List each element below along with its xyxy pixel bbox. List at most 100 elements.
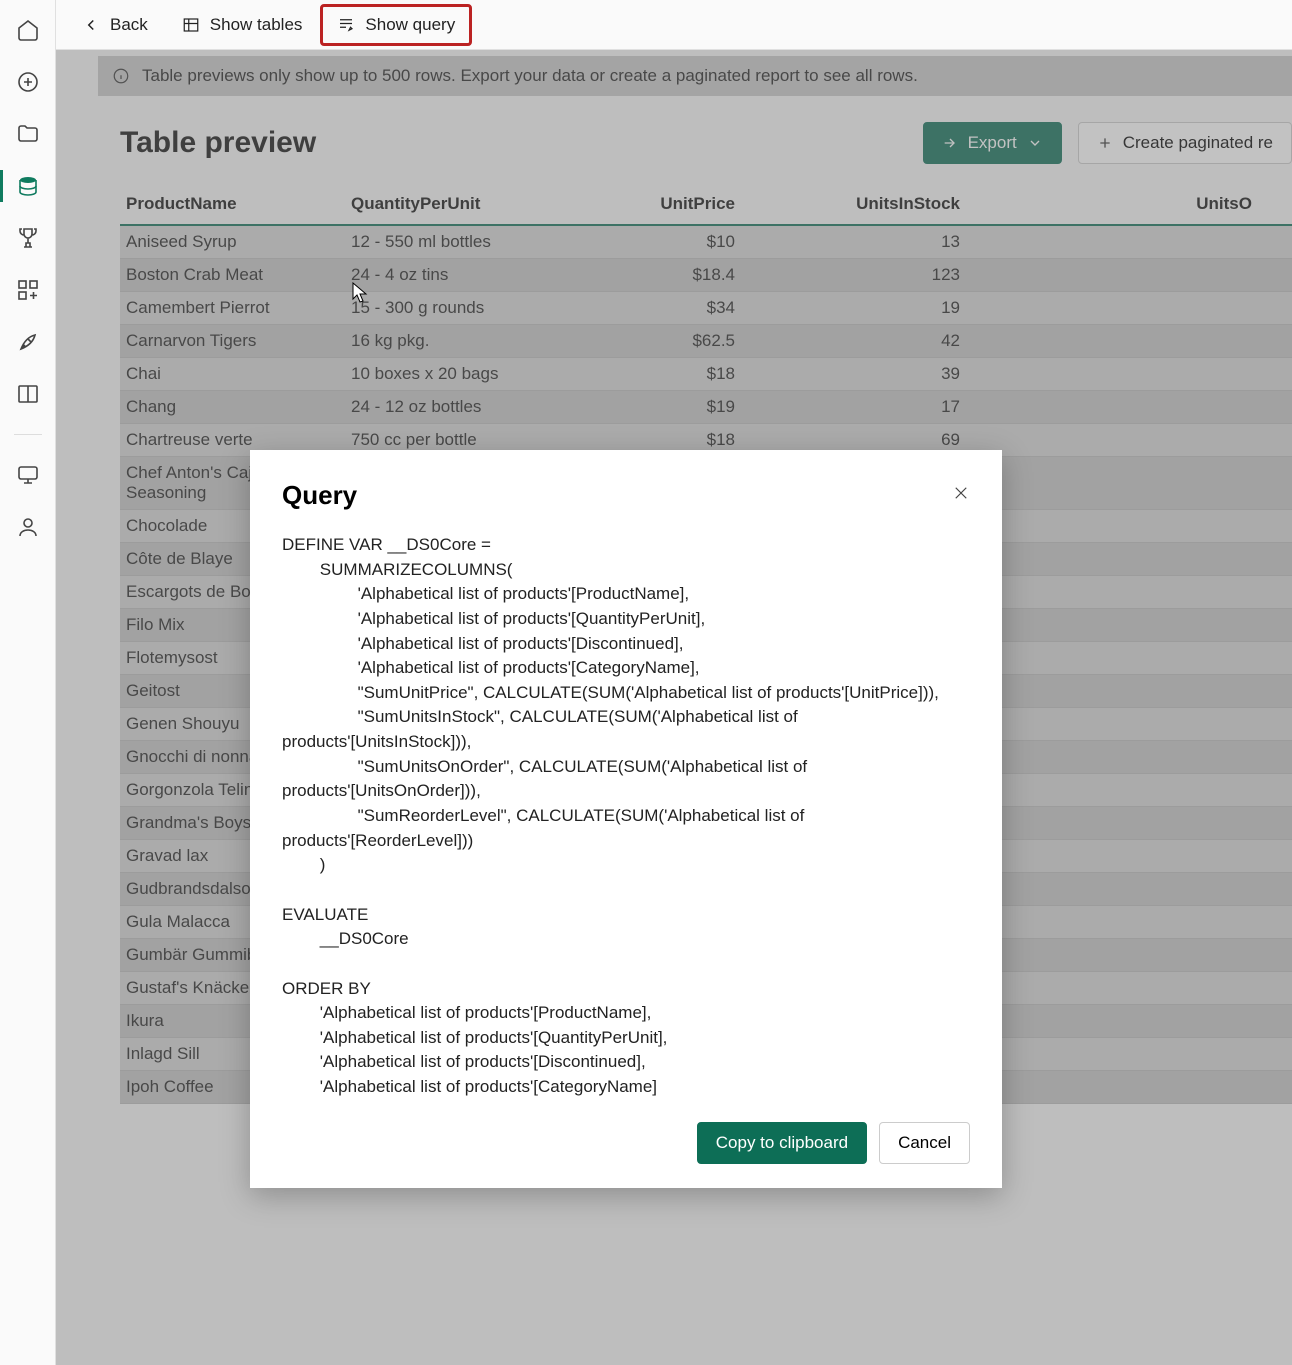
- copy-label: Copy to clipboard: [716, 1133, 848, 1153]
- table-row[interactable]: Camembert Pierrot15 - 300 g rounds$3419: [120, 292, 1292, 325]
- rocket-icon[interactable]: [16, 330, 40, 354]
- info-banner-text: Table previews only show up to 500 rows.…: [142, 66, 918, 86]
- cell-unitso: [1000, 576, 1292, 609]
- data-hub-icon[interactable]: [16, 174, 40, 198]
- table-header-row: ProductName QuantityPerUnit UnitPrice Un…: [120, 184, 1292, 225]
- trophy-icon[interactable]: [16, 226, 40, 250]
- table-row[interactable]: Carnarvon Tigers16 kg pkg.$62.542: [120, 325, 1292, 358]
- export-label: Export: [968, 133, 1017, 153]
- cancel-button[interactable]: Cancel: [879, 1122, 970, 1164]
- home-icon[interactable]: [16, 18, 40, 42]
- left-nav-rail: [0, 0, 56, 1365]
- cell-unitso: [1000, 457, 1292, 510]
- chevron-down-icon: [1027, 135, 1043, 151]
- cell-unitso: [1000, 609, 1292, 642]
- cell-qpu: 16 kg pkg.: [345, 325, 575, 358]
- monitor-icon[interactable]: [16, 463, 40, 487]
- cell-price: $34: [575, 292, 775, 325]
- query-dialog: Query DEFINE VAR __DS0Core = SUMMARIZECO…: [250, 450, 1002, 1188]
- cell-price: $62.5: [575, 325, 775, 358]
- page-title: Table preview: [120, 126, 907, 160]
- rail-separator: [14, 434, 42, 435]
- cell-qpu: 10 boxes x 20 bags: [345, 358, 575, 391]
- table-row[interactable]: Chang24 - 12 oz bottles$1917: [120, 391, 1292, 424]
- cell-stock: 123: [775, 259, 1000, 292]
- show-query-button[interactable]: Show query: [320, 4, 472, 46]
- close-icon: [952, 484, 970, 502]
- cell-qpu: 24 - 4 oz tins: [345, 259, 575, 292]
- cell-unitso: [1000, 292, 1292, 325]
- cell-unitso: [1000, 358, 1292, 391]
- cell-productname: Carnarvon Tigers: [120, 325, 345, 358]
- cell-unitso: [1000, 774, 1292, 807]
- cell-price: $10: [575, 225, 775, 259]
- dialog-header: Query: [282, 480, 970, 511]
- copy-to-clipboard-button[interactable]: Copy to clipboard: [697, 1122, 867, 1164]
- table-row[interactable]: Boston Crab Meat24 - 4 oz tins$18.4123: [120, 259, 1292, 292]
- cell-stock: 42: [775, 325, 1000, 358]
- cell-productname: Aniseed Syrup: [120, 225, 345, 259]
- book-icon[interactable]: [16, 382, 40, 406]
- cell-unitso: [1000, 325, 1292, 358]
- cell-productname: Boston Crab Meat: [120, 259, 345, 292]
- cell-stock: 17: [775, 391, 1000, 424]
- col-unitso[interactable]: UnitsO: [1000, 184, 1292, 225]
- folder-icon[interactable]: [16, 122, 40, 146]
- cell-unitso: [1000, 642, 1292, 675]
- cell-unitso: [1000, 1071, 1292, 1104]
- cell-stock: 13: [775, 225, 1000, 259]
- create-paginated-label: Create paginated re: [1123, 133, 1273, 153]
- col-qpu[interactable]: QuantityPerUnit: [345, 184, 575, 225]
- title-bar: Table preview Export Create paginated re: [98, 96, 1292, 174]
- cell-unitso: [1000, 807, 1292, 840]
- info-banner: Table previews only show up to 500 rows.…: [98, 56, 1292, 96]
- show-query-label: Show query: [365, 15, 455, 35]
- topbar: Back Show tables Show query: [56, 0, 1292, 50]
- table-row[interactable]: Chai10 boxes x 20 bags$1839: [120, 358, 1292, 391]
- cell-unitso: [1000, 424, 1292, 457]
- export-button[interactable]: Export: [923, 122, 1062, 164]
- cell-unitso: [1000, 225, 1292, 259]
- show-tables-button[interactable]: Show tables: [166, 5, 319, 45]
- export-icon: [942, 135, 958, 151]
- cell-price: $18: [575, 358, 775, 391]
- col-price[interactable]: UnitPrice: [575, 184, 775, 225]
- cell-unitso: [1000, 259, 1292, 292]
- cell-unitso: [1000, 1038, 1292, 1071]
- cell-qpu: 12 - 550 ml bottles: [345, 225, 575, 259]
- cell-productname: Camembert Pierrot: [120, 292, 345, 325]
- back-label: Back: [110, 15, 148, 35]
- table-row[interactable]: Aniseed Syrup12 - 550 ml bottles$1013: [120, 225, 1292, 259]
- cell-unitso: [1000, 391, 1292, 424]
- dialog-title: Query: [282, 480, 952, 511]
- cell-productname: Chai: [120, 358, 345, 391]
- dialog-close-button[interactable]: [952, 484, 970, 507]
- cell-unitso: [1000, 873, 1292, 906]
- cell-unitso: [1000, 1005, 1292, 1038]
- cell-unitso: [1000, 543, 1292, 576]
- cell-unitso: [1000, 510, 1292, 543]
- cell-unitso: [1000, 741, 1292, 774]
- user-icon[interactable]: [16, 515, 40, 539]
- col-productname[interactable]: ProductName: [120, 184, 345, 225]
- cell-qpu: 24 - 12 oz bottles: [345, 391, 575, 424]
- cell-unitso: [1000, 675, 1292, 708]
- back-button[interactable]: Back: [66, 5, 164, 45]
- plus-icon: [1097, 135, 1113, 151]
- apps-icon[interactable]: [16, 278, 40, 302]
- cell-qpu: 15 - 300 g rounds: [345, 292, 575, 325]
- cell-unitso: [1000, 708, 1292, 741]
- cell-unitso: [1000, 972, 1292, 1005]
- cancel-label: Cancel: [898, 1133, 951, 1153]
- cell-unitso: [1000, 840, 1292, 873]
- col-stock[interactable]: UnitsInStock: [775, 184, 1000, 225]
- cell-unitso: [1000, 939, 1292, 972]
- cell-unitso: [1000, 906, 1292, 939]
- plus-circle-icon[interactable]: [16, 70, 40, 94]
- query-text[interactable]: DEFINE VAR __DS0Core = SUMMARIZECOLUMNS(…: [282, 533, 970, 1100]
- show-tables-label: Show tables: [210, 15, 303, 35]
- cell-productname: Chang: [120, 391, 345, 424]
- cell-stock: 39: [775, 358, 1000, 391]
- create-paginated-button[interactable]: Create paginated re: [1078, 122, 1292, 164]
- cell-stock: 19: [775, 292, 1000, 325]
